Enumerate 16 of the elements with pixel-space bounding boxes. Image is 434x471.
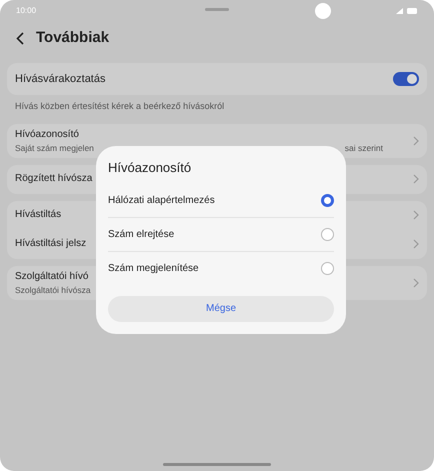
page-title: Továbbiak (36, 28, 110, 48)
status-time: 10:00 (16, 5, 36, 17)
settings-row-title: Hívástiltás (15, 208, 62, 222)
settings-row-subtitle: Szolgáltatói hívósza (15, 284, 91, 296)
settings-row-subtitle: sai szerint (344, 142, 383, 154)
settings-row-title: Szolgáltatói hívó (15, 270, 90, 284)
settings-row-title: Rögzített hívósza (15, 172, 94, 186)
option-label: Szám elrejtése (108, 228, 174, 242)
option-label: Szám megjelenítése (108, 262, 199, 276)
call-waiting-label: Hívásvárakoztatás (15, 72, 106, 87)
settings-row-subtitle: Saját szám megjelen (15, 142, 94, 154)
settings-row-title: Hívástiltási jelsz (15, 237, 88, 251)
dialog-title: Hívóazonosító (108, 159, 192, 177)
call-waiting-description: Hívás közben értesítést kérek a beérkező hívásokról (14, 100, 226, 113)
settings-row-title: Hívóazonosító (15, 128, 80, 142)
option-label: Hálózati alapértelmezés (108, 194, 215, 208)
